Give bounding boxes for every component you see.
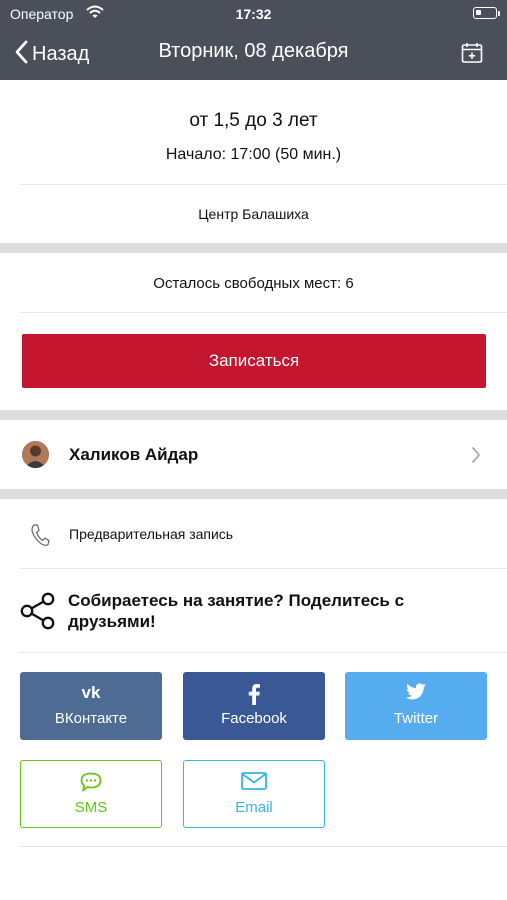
phone-booking-row[interactable]: Предварительная запись: [0, 500, 507, 568]
free-spots-text: Осталось свободных мест: 6: [153, 275, 354, 292]
section-separator: [0, 489, 507, 499]
section-separator: [0, 410, 507, 420]
envelope-icon: [184, 772, 324, 790]
section-separator: [0, 243, 507, 253]
share-twitter-button[interactable]: Twitter: [345, 672, 487, 740]
battery-icon: [473, 7, 500, 19]
share-prompt: Собираетесь на занятие? Поделитесь с дру…: [0, 568, 507, 652]
share-vk-button[interactable]: vk ВКонтакте: [20, 672, 162, 740]
calendar-add-icon[interactable]: [461, 42, 483, 69]
share-facebook-button[interactable]: Facebook: [183, 672, 325, 740]
class-start-time: Начало: 17:00 (50 мин.): [165, 146, 342, 163]
sms-bubble-icon: [21, 772, 161, 792]
share-sms-label: SMS: [74, 799, 108, 816]
share-email-button[interactable]: Email: [183, 760, 325, 828]
phone-booking-label: Предварительная запись: [69, 526, 234, 542]
phone-icon: [30, 523, 50, 552]
back-button[interactable]: Назад: [14, 40, 89, 68]
svg-text:vk: vk: [82, 683, 101, 701]
divider: [20, 184, 507, 185]
teacher-name: Халиков Айдар: [69, 445, 199, 464]
class-age-group: от 1,5 до 3 лет: [189, 110, 318, 131]
class-location: Центр Балашиха: [198, 206, 309, 222]
facebook-icon: [183, 683, 325, 705]
share-sms-button[interactable]: SMS: [20, 760, 162, 828]
status-time: 17:32: [235, 6, 272, 22]
divider: [20, 652, 507, 653]
back-label: Назад: [32, 42, 90, 65]
nav-bar: Назад Вторник, 08 декабря: [0, 28, 507, 80]
share-prompt-text: Собираетесь на занятие? Поделитесь с дру…: [68, 591, 405, 631]
signup-button[interactable]: Записаться: [22, 334, 486, 388]
chevron-right-icon: [471, 447, 481, 468]
share-facebook-label: Facebook: [221, 710, 287, 727]
class-header: от 1,5 до 3 лет Начало: 17:00 (50 мин.): [0, 80, 507, 184]
share-icon: [20, 592, 56, 635]
divider: [20, 846, 507, 847]
twitter-icon: [345, 683, 487, 701]
share-email-label: Email: [235, 799, 273, 816]
avatar: [22, 441, 49, 468]
chevron-left-icon: [14, 40, 32, 69]
teacher-row[interactable]: Халиков Айдар: [0, 421, 507, 489]
share-vk-label: ВКонтакте: [54, 710, 128, 727]
share-twitter-label: Twitter: [393, 710, 439, 727]
divider: [20, 312, 507, 313]
status-bar: Оператор 17:32: [0, 0, 507, 28]
vk-icon: vk: [20, 683, 162, 701]
